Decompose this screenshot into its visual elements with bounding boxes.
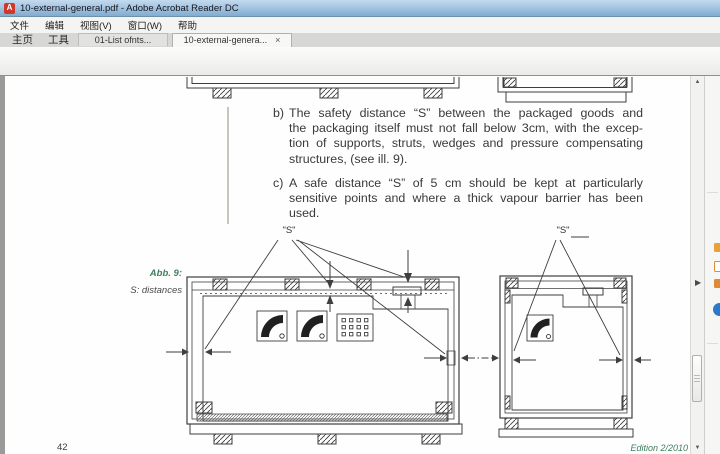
close-tab-icon[interactable]: × <box>275 36 280 45</box>
paragraph-line: The safety distance “S” between the pack… <box>289 106 643 121</box>
scrollbar-grip <box>694 375 700 382</box>
paragraph-line: structures, (see ill. 9). <box>289 152 643 167</box>
menu-edit[interactable]: 编辑 <box>37 18 72 32</box>
acrobat-reader-window: A 10-external-general.pdf - Adobe Acroba… <box>0 0 720 454</box>
tab-tools[interactable]: 工具 <box>44 33 73 47</box>
vertical-scrollbar[interactable]: ▲ ▼ <box>690 76 704 454</box>
menu-window[interactable]: 窗口(W) <box>120 18 170 32</box>
panel-handle-icon[interactable]: ▶ <box>695 279 701 287</box>
paragraph-b-label: b) <box>273 106 284 121</box>
document-tab-active[interactable]: 10-external-genera... × <box>172 33 292 47</box>
tool-icon-partial[interactable] <box>714 279 720 288</box>
title-bar: A 10-external-general.pdf - Adobe Acroba… <box>0 0 720 17</box>
panel-divider <box>707 192 718 193</box>
document-tab-inactive[interactable]: 01-List ofnts... <box>78 33 168 46</box>
panel-divider <box>707 343 718 344</box>
paragraph-c: c) A safe distance “S” of 5 cm should be… <box>289 176 643 222</box>
paragraph-line: tion of supports, struts, wedges and pre… <box>289 136 643 151</box>
s-distance-label-right: "S" <box>546 225 580 236</box>
paragraph-line: the packaging itself must not fall below… <box>289 121 643 136</box>
menu-view[interactable]: 视图(V) <box>72 18 120 32</box>
edition-label: Edition 2/2010 <box>596 443 688 453</box>
menu-bar: 文件 编辑 视图(V) 窗口(W) 帮助 <box>0 17 720 33</box>
menu-help[interactable]: 帮助 <box>170 18 205 32</box>
document-tab-label: 10-external-genera... <box>184 34 268 47</box>
paragraph-line: used. <box>289 206 643 221</box>
pdf-logo-icon: A <box>4 3 15 14</box>
tab-home[interactable]: 主页 <box>8 33 37 47</box>
figure-caption-title: Abb. 9: <box>118 268 182 279</box>
window-title: 10-external-general.pdf - Adobe Acrobat … <box>20 3 239 14</box>
tools-panel-collapsed[interactable] <box>704 76 720 454</box>
tool-icon-partial[interactable] <box>713 303 720 316</box>
tab-bar: 主页 工具 01-List ofnts... 10-external-gener… <box>0 33 720 47</box>
document-viewport: b) The safety distance “S” between the p… <box>0 76 720 454</box>
paragraph-c-label: c) <box>273 176 283 191</box>
toolbar: /4 119% ▾ <box>0 47 720 76</box>
tool-icon-partial[interactable] <box>714 243 720 252</box>
s-distance-label-left: "S" <box>272 225 306 236</box>
scroll-down-icon[interactable]: ▼ <box>691 445 704 451</box>
scrollbar-thumb[interactable] <box>692 355 702 402</box>
tool-icon-partial[interactable] <box>714 261 720 272</box>
paragraph-line: sensitive points and where a thick vapou… <box>289 191 643 206</box>
paragraph-line: A safe distance “S” of 5 cm should be ke… <box>289 176 643 191</box>
document-page-number: 42 <box>57 442 68 453</box>
paragraph-b: b) The safety distance “S” between the p… <box>289 106 643 167</box>
scroll-up-icon[interactable]: ▲ <box>691 79 704 85</box>
menu-file[interactable]: 文件 <box>2 18 37 32</box>
figure-caption-subtitle: S: distances <box>118 285 182 296</box>
